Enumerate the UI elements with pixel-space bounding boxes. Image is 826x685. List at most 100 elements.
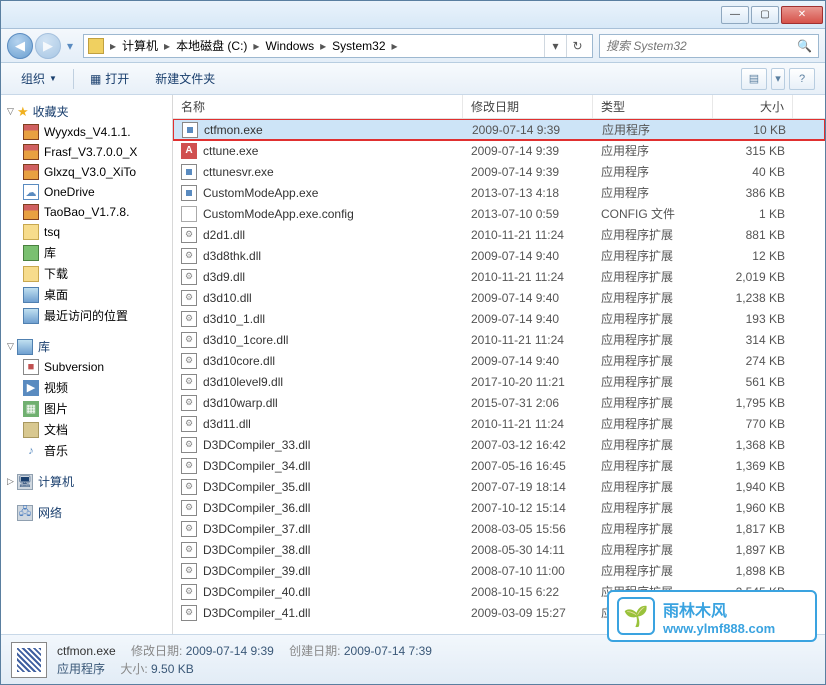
- sidebar-computer-header[interactable]: ▷ 🖥 计算机: [1, 471, 172, 492]
- file-row[interactable]: d3d8thk.dll2009-07-14 9:40应用程序扩展12 KB: [173, 245, 825, 266]
- breadcrumb-segment[interactable]: 计算机: [118, 37, 162, 54]
- maximize-button[interactable]: ▢: [751, 6, 779, 24]
- path-dropdown-button[interactable]: ▾: [544, 35, 566, 57]
- sidebar-favorite-item[interactable]: 下载: [1, 263, 172, 284]
- breadcrumb-arrow-icon[interactable]: ▸: [251, 39, 261, 53]
- open-button[interactable]: ▦ 打开: [80, 66, 139, 91]
- help-button[interactable]: ?: [789, 68, 815, 90]
- file-row[interactable]: D3DCompiler_36.dll2007-10-12 15:14应用程序扩展…: [173, 497, 825, 518]
- breadcrumb-segment[interactable]: 本地磁盘 (C:): [172, 37, 251, 54]
- sidebar-library-item[interactable]: ▶视频: [1, 377, 172, 398]
- address-bar[interactable]: ▸ 计算机 ▸ 本地磁盘 (C:) ▸ Windows ▸ System32 ▸…: [83, 34, 593, 58]
- new-folder-button[interactable]: 新建文件夹: [145, 66, 225, 91]
- file-row[interactable]: d3d9.dll2010-11-21 11:24应用程序扩展2,019 KB: [173, 266, 825, 287]
- file-row[interactable]: d3d10level9.dll2017-10-20 11:21应用程序扩展561…: [173, 371, 825, 392]
- file-size: 881 KB: [713, 228, 793, 242]
- breadcrumb-arrow-icon[interactable]: ▸: [162, 39, 172, 53]
- breadcrumb-arrow-icon[interactable]: ▸: [390, 39, 400, 53]
- organize-button[interactable]: 组织▼: [11, 66, 67, 91]
- file-row[interactable]: cttunesvr.exe2009-07-14 9:39应用程序40 KB: [173, 161, 825, 182]
- file-date: 2007-03-12 16:42: [463, 438, 593, 452]
- file-row[interactable]: d3d10.dll2009-07-14 9:40应用程序扩展1,238 KB: [173, 287, 825, 308]
- file-row[interactable]: D3DCompiler_37.dll2008-03-05 15:56应用程序扩展…: [173, 518, 825, 539]
- file-size: 1,368 KB: [713, 438, 793, 452]
- file-rows[interactable]: ctfmon.exe2009-07-14 9:39应用程序10 KBActtun…: [173, 119, 825, 634]
- sidebar-library-item[interactable]: ♪音乐: [1, 440, 172, 461]
- sidebar-favorite-item[interactable]: TaoBao_V1.7.8.: [1, 202, 172, 222]
- view-dropdown[interactable]: ▾: [771, 68, 785, 90]
- sidebar-favorite-item[interactable]: tsq: [1, 222, 172, 242]
- file-date: 2009-07-14 9:39: [464, 123, 594, 137]
- breadcrumb-segment[interactable]: Windows: [261, 39, 318, 53]
- sidebar-favorite-item[interactable]: 库: [1, 242, 172, 263]
- file-list: 名称 修改日期 类型 大小 ctfmon.exe2009-07-14 9:39应…: [173, 95, 825, 634]
- sidebar-favorite-item[interactable]: Frasf_V3.7.0.0_X: [1, 142, 172, 162]
- file-row[interactable]: d3d10warp.dll2015-07-31 2:06应用程序扩展1,795 …: [173, 392, 825, 413]
- sidebar-favorite-item[interactable]: Wyyxds_V4.1.1.: [1, 122, 172, 142]
- sidebar-network-header[interactable]: ▷ 🖧 网络: [1, 502, 172, 523]
- file-date: 2009-07-14 9:40: [463, 249, 593, 263]
- sidebar-favorites-header[interactable]: ▽ ★ 收藏夹: [1, 101, 172, 122]
- sidebar-favorite-item[interactable]: ☁OneDrive: [1, 182, 172, 202]
- sidebar-library-item[interactable]: 文档: [1, 419, 172, 440]
- file-name: D3DCompiler_37.dll: [203, 522, 310, 536]
- search-icon[interactable]: 🔍: [797, 39, 812, 53]
- file-row[interactable]: ctfmon.exe2009-07-14 9:39应用程序10 KB: [173, 119, 825, 140]
- sidebar-item-label: tsq: [44, 225, 60, 239]
- dll-file-icon: [181, 353, 197, 369]
- search-input[interactable]: [606, 39, 793, 53]
- sidebar-library-item[interactable]: ▦图片: [1, 398, 172, 419]
- close-button[interactable]: ✕: [781, 6, 823, 24]
- nav-back-button[interactable]: ◀: [7, 33, 33, 59]
- status-text: ctfmon.exe 修改日期: 2009-07-14 9:39 创建日期: 2…: [57, 642, 432, 678]
- file-row[interactable]: d3d10_1.dll2009-07-14 9:40应用程序扩展193 KB: [173, 308, 825, 329]
- file-row[interactable]: Acttune.exe2009-07-14 9:39应用程序315 KB: [173, 140, 825, 161]
- file-date: 2009-03-09 15:27: [463, 606, 593, 620]
- file-size: 1,960 KB: [713, 501, 793, 515]
- column-header-name[interactable]: 名称: [173, 95, 463, 118]
- breadcrumb-arrow-icon[interactable]: ▸: [318, 39, 328, 53]
- dll-file-icon: [181, 311, 197, 327]
- breadcrumb-arrow-icon[interactable]: ▸: [108, 39, 118, 53]
- sidebar-favorite-item[interactable]: Glxzq_V3.0_XiTo: [1, 162, 172, 182]
- file-row[interactable]: CustomModeApp.exe2013-07-13 4:18应用程序386 …: [173, 182, 825, 203]
- file-row[interactable]: d3d10_1core.dll2010-11-21 11:24应用程序扩展314…: [173, 329, 825, 350]
- file-name: D3DCompiler_40.dll: [203, 585, 310, 599]
- file-type: 应用程序扩展: [593, 436, 713, 453]
- file-row[interactable]: D3DCompiler_38.dll2008-05-30 14:11应用程序扩展…: [173, 539, 825, 560]
- breadcrumb-segment[interactable]: System32: [328, 39, 389, 53]
- watermark-logo-icon: 🌱: [617, 597, 655, 635]
- sidebar-libraries-header[interactable]: ▽ 库: [1, 336, 172, 357]
- file-size: 2,019 KB: [713, 270, 793, 284]
- file-type: 应用程序: [593, 184, 713, 201]
- sidebar-item-label: 桌面: [44, 286, 68, 303]
- column-header-date[interactable]: 修改日期: [463, 95, 593, 118]
- file-row[interactable]: D3DCompiler_35.dll2007-07-19 18:14应用程序扩展…: [173, 476, 825, 497]
- file-row[interactable]: d3d11.dll2010-11-21 11:24应用程序扩展770 KB: [173, 413, 825, 434]
- file-date: 2013-07-10 0:59: [463, 207, 593, 221]
- file-name: cttune.exe: [203, 144, 258, 158]
- file-row[interactable]: D3DCompiler_39.dll2008-07-10 11:00应用程序扩展…: [173, 560, 825, 581]
- nav-forward-button[interactable]: ▶: [35, 33, 61, 59]
- minimize-button[interactable]: —: [721, 6, 749, 24]
- explorer-window: — ▢ ✕ ◀ ▶ ▾ ▸ 计算机 ▸ 本地磁盘 (C:) ▸ Windows …: [0, 0, 826, 685]
- watermark-url: www.ylmf888.com: [663, 621, 775, 636]
- file-size: 193 KB: [713, 312, 793, 326]
- file-row[interactable]: d2d1.dll2010-11-21 11:24应用程序扩展881 KB: [173, 224, 825, 245]
- file-name: CustomModeApp.exe.config: [203, 207, 354, 221]
- refresh-button[interactable]: ↻: [566, 35, 588, 57]
- column-header-type[interactable]: 类型: [593, 95, 713, 118]
- file-row[interactable]: d3d10core.dll2009-07-14 9:40应用程序扩展274 KB: [173, 350, 825, 371]
- sidebar-favorite-item[interactable]: 最近访问的位置: [1, 305, 172, 326]
- fold-icon: [23, 224, 39, 240]
- nav-history-dropdown[interactable]: ▾: [63, 33, 77, 59]
- sidebar-favorite-item[interactable]: 桌面: [1, 284, 172, 305]
- search-box[interactable]: 🔍: [599, 34, 819, 58]
- column-header-size[interactable]: 大小: [713, 95, 793, 118]
- file-row[interactable]: CustomModeApp.exe.config2013-07-10 0:59C…: [173, 203, 825, 224]
- sidebar-library-item[interactable]: ■Subversion: [1, 357, 172, 377]
- mus-icon: ♪: [23, 443, 39, 459]
- file-row[interactable]: D3DCompiler_33.dll2007-03-12 16:42应用程序扩展…: [173, 434, 825, 455]
- view-button[interactable]: ▤: [741, 68, 767, 90]
- file-row[interactable]: D3DCompiler_34.dll2007-05-16 16:45应用程序扩展…: [173, 455, 825, 476]
